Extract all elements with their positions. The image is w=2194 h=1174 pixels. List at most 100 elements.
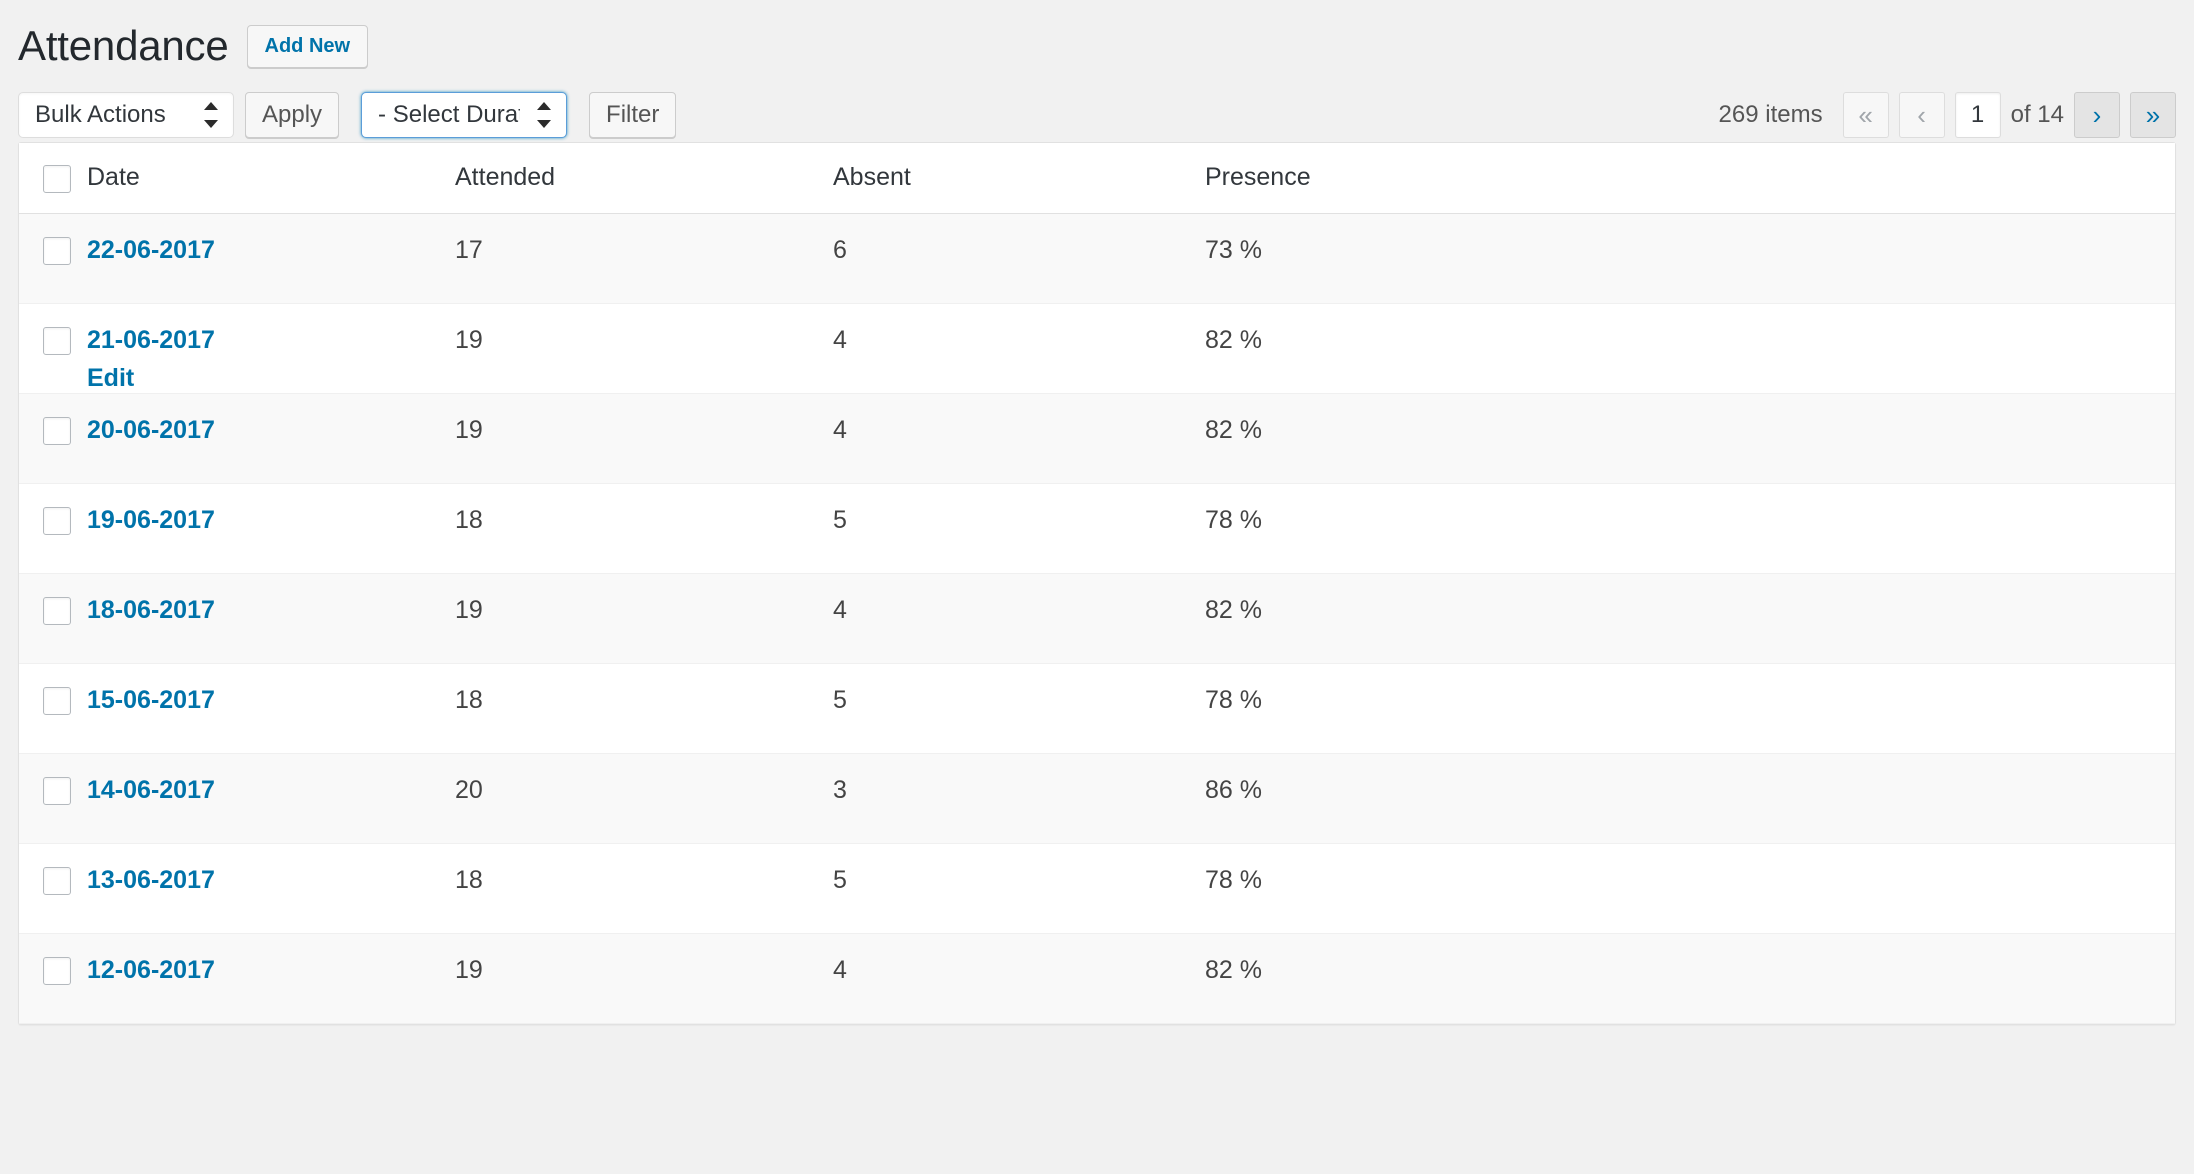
row-checkbox[interactable] (43, 957, 71, 986)
table-body: 22-06-2017Edit17673 %21-06-2017Edit19482… (19, 213, 2175, 1024)
add-new-button[interactable]: Add New (246, 24, 369, 68)
row-checkbox-cell (19, 213, 87, 304)
row-checkbox-cell (19, 484, 87, 574)
row-absent-cell: 4 (833, 304, 1205, 394)
row-absent-cell: 5 (833, 664, 1205, 754)
table-header-row: Date Attended Absent Presence (19, 143, 2175, 214)
admin-page-wrap: Attendance Add New Bulk Actions Apply - … (0, 0, 2194, 1025)
table-row: 19-06-2017Edit18578 % (19, 484, 2175, 574)
row-date-link[interactable]: 21-06-2017 (87, 326, 215, 354)
row-checkbox-cell (19, 664, 87, 754)
row-date-link[interactable]: 19-06-2017 (87, 506, 215, 534)
last-page-button[interactable]: » (2130, 92, 2176, 139)
select-all-column (19, 143, 87, 214)
select-all-checkbox[interactable] (43, 164, 71, 193)
row-checkbox[interactable] (43, 867, 71, 896)
row-attended-cell: 18 (455, 484, 833, 574)
row-absent-cell: 5 (833, 844, 1205, 934)
row-absent-cell: 4 (833, 933, 1205, 1024)
current-page-input[interactable] (1954, 92, 2001, 139)
first-page-button[interactable]: « (1842, 92, 1889, 139)
attendance-table: Date Attended Absent Presence 22-06-2017… (18, 142, 2176, 1025)
next-page-button[interactable]: › (2074, 92, 2120, 139)
column-header-date[interactable]: Date (87, 143, 455, 214)
row-checkbox-cell (19, 753, 87, 844)
table-row: 14-06-2017Edit20386 % (19, 753, 2175, 844)
row-date-cell: 19-06-2017Edit (87, 484, 455, 574)
row-absent-cell: 3 (833, 753, 1205, 844)
apply-button[interactable]: Apply (245, 92, 340, 139)
row-date-cell: 13-06-2017Edit (87, 844, 455, 934)
row-attended-cell: 19 (455, 304, 833, 394)
table-row: 15-06-2017Edit18578 % (19, 664, 2175, 754)
row-date-link[interactable]: 22-06-2017 (87, 236, 215, 264)
tablenav-top: Bulk Actions Apply - Select Duration - F… (18, 90, 2176, 140)
duration-select-wrapper: - Select Duration - (361, 92, 568, 139)
table-row: 21-06-2017 Edit 19 4 82 % (19, 304, 2175, 394)
row-date-link[interactable]: 12-06-2017 (87, 956, 215, 984)
row-date-link[interactable]: 13-06-2017 (87, 866, 215, 894)
row-presence-cell: 82 % (1205, 304, 2175, 394)
row-attended-cell: 19 (455, 933, 833, 1024)
pagination: 269 items « ‹ of 14 › » (1718, 92, 2176, 139)
row-attended-cell: 18 (455, 844, 833, 934)
row-date-link[interactable]: 15-06-2017 (87, 686, 215, 714)
filter-button[interactable]: Filter (589, 92, 677, 139)
table-row: 13-06-2017Edit18578 % (19, 844, 2175, 934)
row-presence-cell: 78 % (1205, 664, 2175, 754)
row-checkbox-cell (19, 393, 87, 484)
row-checkbox-cell (19, 844, 87, 934)
row-date-cell: 12-06-2017Edit (87, 933, 455, 1024)
row-checkbox[interactable] (43, 687, 71, 716)
row-checkbox[interactable] (43, 777, 71, 806)
row-absent-cell: 6 (833, 213, 1205, 304)
table-row: 20-06-2017Edit19482 % (19, 393, 2175, 484)
row-date-cell: 14-06-2017Edit (87, 753, 455, 844)
column-header-attended[interactable]: Attended (455, 143, 833, 214)
row-attended-cell: 19 (455, 573, 833, 664)
table-row: 18-06-2017Edit19482 % (19, 573, 2175, 664)
row-checkbox[interactable] (43, 237, 71, 266)
row-date-cell: 21-06-2017 Edit (87, 304, 455, 394)
row-checkbox[interactable] (43, 327, 71, 356)
row-absent-cell: 5 (833, 484, 1205, 574)
row-attended-cell: 19 (455, 393, 833, 484)
row-absent-cell: 4 (833, 393, 1205, 484)
row-presence-cell: 82 % (1205, 573, 2175, 664)
row-date-cell: 18-06-2017Edit (87, 573, 455, 664)
items-count-label: 269 items (1718, 101, 1823, 129)
bulk-actions-group: Bulk Actions Apply - Select Duration - F… (18, 92, 677, 139)
table-head: Date Attended Absent Presence (19, 143, 2175, 214)
row-date-link[interactable]: 18-06-2017 (87, 596, 215, 624)
prev-page-button[interactable]: ‹ (1898, 92, 1945, 139)
column-header-presence[interactable]: Presence (1205, 143, 2175, 214)
row-date-link[interactable]: 20-06-2017 (87, 416, 215, 444)
row-presence-cell: 73 % (1205, 213, 2175, 304)
row-date-cell: 15-06-2017Edit (87, 664, 455, 754)
row-date-cell: 20-06-2017Edit (87, 393, 455, 484)
bulk-actions-select[interactable]: Bulk Actions (18, 92, 234, 139)
row-checkbox[interactable] (43, 507, 71, 536)
row-date-cell: 22-06-2017Edit (87, 213, 455, 304)
column-header-absent[interactable]: Absent (833, 143, 1205, 214)
row-checkbox[interactable] (43, 417, 71, 446)
row-attended-cell: 18 (455, 664, 833, 754)
bulk-actions-select-wrapper: Bulk Actions (18, 92, 234, 139)
row-actions: Edit (87, 364, 455, 393)
row-date-link[interactable]: 14-06-2017 (87, 776, 215, 804)
table-row: 22-06-2017Edit17673 % (19, 213, 2175, 304)
row-checkbox[interactable] (43, 597, 71, 626)
page-title: Attendance (18, 22, 229, 69)
row-checkbox-cell (19, 573, 87, 664)
row-attended-cell: 17 (455, 213, 833, 304)
row-edit-link[interactable]: Edit (87, 364, 134, 392)
row-presence-cell: 78 % (1205, 484, 2175, 574)
row-absent-cell: 4 (833, 573, 1205, 664)
total-pages-label: of 14 (2010, 101, 2064, 129)
row-presence-cell: 86 % (1205, 753, 2175, 844)
duration-select[interactable]: - Select Duration - (361, 92, 568, 139)
row-checkbox-cell (19, 933, 87, 1024)
row-presence-cell: 82 % (1205, 393, 2175, 484)
table-row: 12-06-2017Edit19482 % (19, 933, 2175, 1024)
row-presence-cell: 82 % (1205, 933, 2175, 1024)
